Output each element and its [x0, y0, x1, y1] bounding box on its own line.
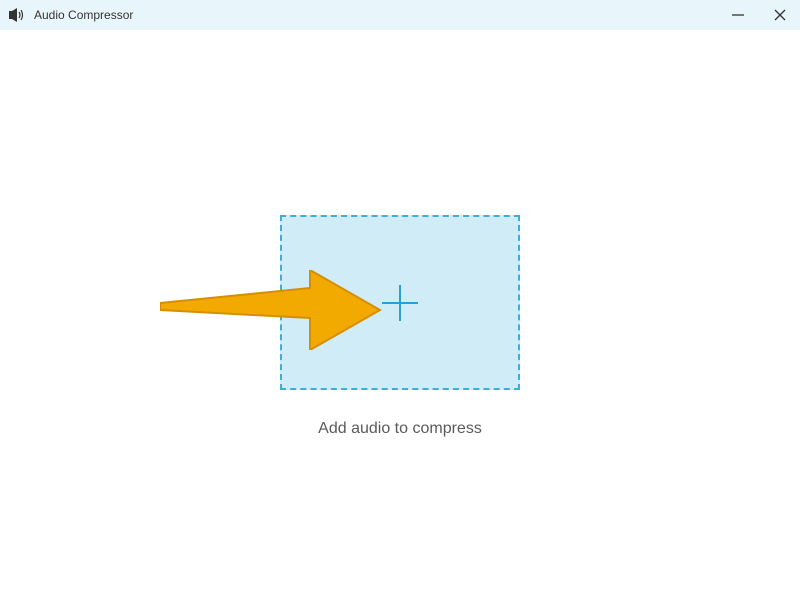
- window-title: Audio Compressor: [34, 8, 133, 22]
- add-audio-dropzone[interactable]: [280, 215, 520, 390]
- close-button[interactable]: [768, 3, 792, 27]
- plus-icon: [376, 279, 424, 327]
- window-controls: [726, 0, 792, 30]
- titlebar: Audio Compressor: [0, 0, 800, 30]
- minimize-button[interactable]: [726, 3, 750, 27]
- instruction-label: Add audio to compress: [0, 420, 800, 438]
- main-content: Add audio to compress: [0, 30, 800, 605]
- speaker-icon: [8, 6, 26, 24]
